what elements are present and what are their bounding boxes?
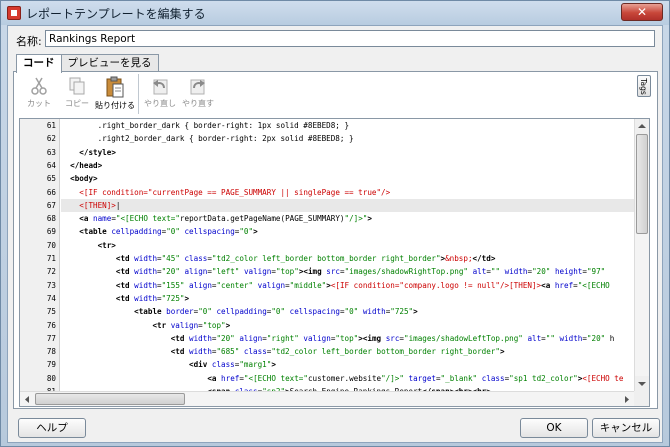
- line-number: 66: [46, 187, 56, 197]
- redo-label: やり直す: [182, 99, 214, 108]
- line-number: 79: [46, 360, 56, 370]
- dialog-body: 名称: コード プレビューを見る カット: [7, 25, 663, 443]
- line-number: 61: [46, 121, 56, 130]
- tab-preview[interactable]: プレビューを見る: [60, 54, 159, 72]
- copy-label: コピー: [65, 99, 89, 108]
- code-line[interactable]: <td width="155" align="center" valign="m…: [61, 279, 634, 292]
- code-line[interactable]: .right2_border_dark { border-right: 2px …: [61, 132, 634, 145]
- code-line[interactable]: <div class="marg1">: [61, 358, 634, 371]
- ok-button[interactable]: OK: [520, 418, 588, 438]
- line-number: 71: [46, 254, 56, 263]
- line-number: 67: [46, 200, 56, 210]
- code-line[interactable]: </style>: [61, 146, 634, 159]
- code-line[interactable]: <td width="725">: [61, 292, 634, 305]
- code-line[interactable]: <td width="45" class="td2_color left_bor…: [61, 252, 634, 265]
- tab-bar: コード プレビューを見る: [16, 54, 159, 73]
- line-number-gutter: 61 62 63 64 65 66 67 68 69 70 71 72 73 74 75 76 77 78 79 80…: [20, 119, 60, 406]
- scissors-icon: [31, 77, 47, 95]
- code-line[interactable]: <[IF condition="currentPage == PAGE_SUMM…: [61, 186, 634, 199]
- close-button[interactable]: ✕: [621, 3, 663, 21]
- code-line[interactable]: <tr valign="top">: [61, 319, 634, 332]
- code-line[interactable]: <table cellpadding="0" cellspacing="0">: [61, 225, 634, 238]
- line-number: 64: [46, 160, 56, 170]
- cut-button[interactable]: カット: [24, 72, 54, 116]
- line-number: 68: [46, 214, 56, 224]
- redo-icon: [190, 79, 205, 95]
- line-number: 65: [46, 174, 56, 184]
- window-title: レポートテンプレートを編集する: [26, 6, 206, 21]
- name-field[interactable]: [45, 30, 655, 47]
- cancel-button[interactable]: キャンセル: [592, 418, 660, 438]
- code-line[interactable]: .right_border_dark { border-right: 1px s…: [61, 119, 634, 132]
- paste-button[interactable]: 貼り付ける: [95, 72, 135, 116]
- line-number: 63: [46, 147, 56, 157]
- redo-button[interactable]: やり直す: [182, 72, 214, 116]
- line-number: 75: [46, 307, 56, 317]
- code-line[interactable]: <table border="0" cellpadding="0" cellsp…: [61, 305, 634, 318]
- code-line[interactable]: <a name="<[ECHO text="reportData.getPage…: [61, 212, 634, 225]
- line-number: 73: [46, 280, 56, 290]
- tags-button[interactable]: Tags: [637, 75, 651, 97]
- name-label: 名称:: [16, 35, 42, 48]
- line-number: 80: [46, 373, 56, 383]
- line-number: 69: [46, 227, 56, 237]
- undo-button[interactable]: やり直し: [144, 72, 176, 116]
- code-editor[interactable]: 61 62 63 64 65 66 67 68 69 70 71 72 73 74 75 76 77 78 79 80…: [19, 118, 650, 407]
- code-line[interactable]: <tr>: [61, 239, 634, 252]
- chevron-left-icon[interactable]: [21, 393, 34, 406]
- code-line[interactable]: <[THEN]>|: [61, 198, 634, 213]
- edit-toolbar: カット コピー 貼り付ける やり直し やり直す Tags: [14, 72, 657, 118]
- code-line[interactable]: <body>: [61, 172, 634, 185]
- line-number: 76: [46, 320, 56, 330]
- chevron-right-icon[interactable]: [620, 393, 633, 406]
- paste-icon: [106, 76, 124, 98]
- title-bar[interactable]: レポートテンプレートを編集する ✕: [1, 1, 669, 25]
- chevron-down-icon: [638, 382, 646, 386]
- line-number: 62: [46, 134, 56, 144]
- code-tab-panel: カット コピー 貼り付ける やり直し やり直す Tags 61 62 63 64…: [13, 71, 658, 409]
- line-number: 72: [46, 267, 56, 277]
- scroll-up-button[interactable]: [635, 119, 649, 134]
- help-button[interactable]: ヘルプ: [18, 418, 86, 438]
- code-line[interactable]: <a href="<[ECHO text="customer.website"/…: [61, 372, 634, 385]
- vertical-scrollbar[interactable]: [634, 119, 649, 391]
- vertical-scroll-thumb[interactable]: [636, 134, 648, 234]
- paste-label: 貼り付ける: [95, 101, 135, 110]
- line-number: 78: [46, 347, 56, 357]
- dialog-footer: ヘルプ OK キャンセル: [8, 412, 662, 442]
- code-lines[interactable]: .right_border_dark { border-right: 1px s…: [61, 119, 634, 391]
- scrollbar-corner: [634, 391, 649, 406]
- code-line[interactable]: <td width="685" class="td2_color left_bo…: [61, 345, 634, 358]
- line-number: 70: [46, 240, 56, 250]
- code-line[interactable]: <td width="20" align="right" valign="top…: [61, 332, 634, 345]
- line-number: 74: [46, 293, 56, 303]
- code-line[interactable]: </head>: [61, 159, 634, 172]
- app-icon: [7, 6, 21, 20]
- copy-button[interactable]: コピー: [62, 72, 92, 116]
- toolbar-separator: [138, 74, 139, 114]
- code-line[interactable]: <td width="20" align="left" valign="top"…: [61, 265, 634, 278]
- copy-icon: [69, 77, 85, 95]
- horizontal-scrollbar[interactable]: [20, 391, 634, 406]
- line-number: 77: [46, 333, 56, 343]
- undo-icon: [153, 79, 168, 95]
- edit-report-template-dialog: レポートテンプレートを編集する ✕ 名称: コード プレビューを見る カット: [0, 0, 670, 447]
- scroll-down-button[interactable]: [635, 376, 649, 391]
- undo-label: やり直し: [144, 99, 176, 108]
- cut-label: カット: [27, 99, 51, 108]
- tab-code[interactable]: コード: [16, 54, 62, 73]
- horizontal-scroll-thumb[interactable]: [35, 393, 185, 405]
- chevron-up-icon: [638, 124, 646, 128]
- tags-label: Tags: [638, 78, 648, 95]
